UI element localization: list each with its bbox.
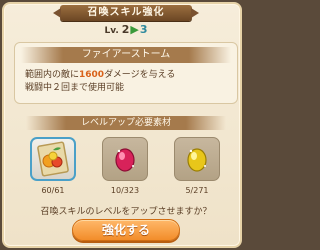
level-indicator: Lv. 2▶3: [4, 23, 248, 39]
confirm-question: 召喚スキルのレベルをアップさせますか？: [40, 207, 212, 217]
level-from: 2: [121, 23, 130, 36]
material-count-red-gem: 10/323: [110, 186, 140, 195]
fruit-card-icon: [37, 141, 69, 177]
skill-desc-line1: 範囲内の敵に1600ダメージを与える: [25, 69, 235, 82]
material-count-fruit: 60/61: [41, 186, 65, 195]
material-slot-yellow-gem[interactable]: [174, 137, 220, 181]
red-gem-icon: [115, 148, 135, 172]
desc-suffix: ダメージを与える: [104, 70, 176, 80]
yellow-gem-icon: [187, 148, 207, 172]
desc-prefix: 範囲内の敵に: [25, 70, 80, 80]
materials-header: レベルアップ必要素材: [26, 116, 226, 130]
dialog-title: 召喚スキル強化: [60, 5, 192, 21]
material-slot-red-gem[interactable]: [102, 137, 148, 181]
upgrade-button[interactable]: 強化する: [72, 219, 180, 241]
skill-name: ファイアーストーム: [21, 47, 231, 63]
skill-description: 範囲内の敵に1600ダメージを与える 戦闘中２回まで使用可能: [25, 69, 235, 95]
material-slot-fruit[interactable]: [30, 137, 76, 181]
level-label: Lv.: [104, 26, 119, 36]
damage-value: 1600: [79, 70, 105, 80]
skill-info-panel: ファイアーストーム 範囲内の敵に1600ダメージを与える 戦闘中２回まで使用可能: [14, 42, 238, 104]
skill-desc-line2: 戦闘中２回まで使用可能: [25, 83, 125, 93]
skill-upgrade-dialog: 召喚スキル強化 Lv. 2▶3 ファイアーストーム 範囲内の敵に1600ダメージを…: [2, 2, 242, 248]
level-arrow-icon: ▶: [130, 23, 139, 36]
level-to: 3: [139, 23, 148, 36]
material-count-yellow-gem: 5/271: [185, 186, 209, 195]
